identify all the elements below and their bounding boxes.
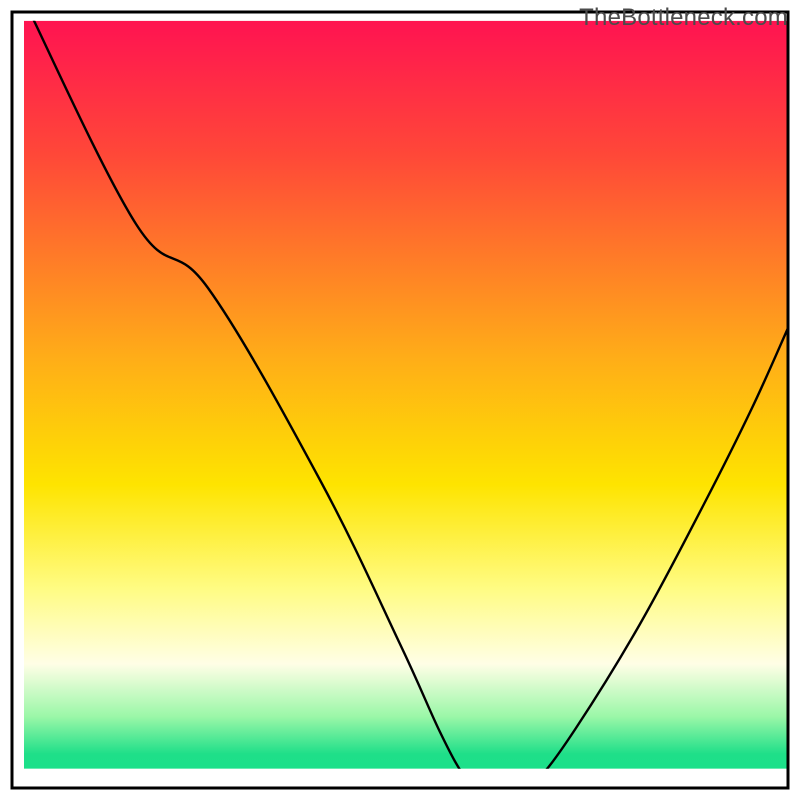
watermark-text: TheBottleneck.com (579, 4, 788, 32)
bottleneck-chart: TheBottleneck.com (0, 0, 800, 800)
plot-area (24, 0, 788, 795)
optimal-point-marker (490, 785, 508, 795)
chart-svg (0, 0, 800, 800)
